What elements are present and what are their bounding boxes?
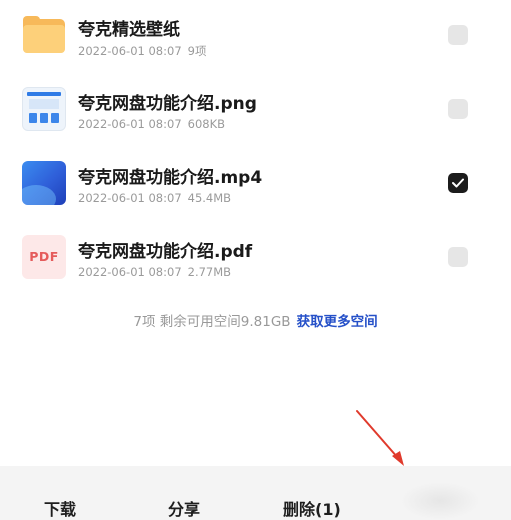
share-button[interactable]: 分享	[168, 496, 200, 520]
more-button[interactable]	[400, 482, 480, 520]
bottom-action-bar: 下载 分享 删除(1)	[0, 466, 511, 520]
annotation-arrow	[356, 410, 404, 466]
delete-button[interactable]: 删除(1)	[283, 496, 341, 520]
download-button[interactable]: 下载	[44, 496, 76, 520]
file-manager-page: 夸克精选壁纸 2022-06-01 08:07 9项 夸克网盘功能介绍.png 2…	[0, 0, 511, 520]
